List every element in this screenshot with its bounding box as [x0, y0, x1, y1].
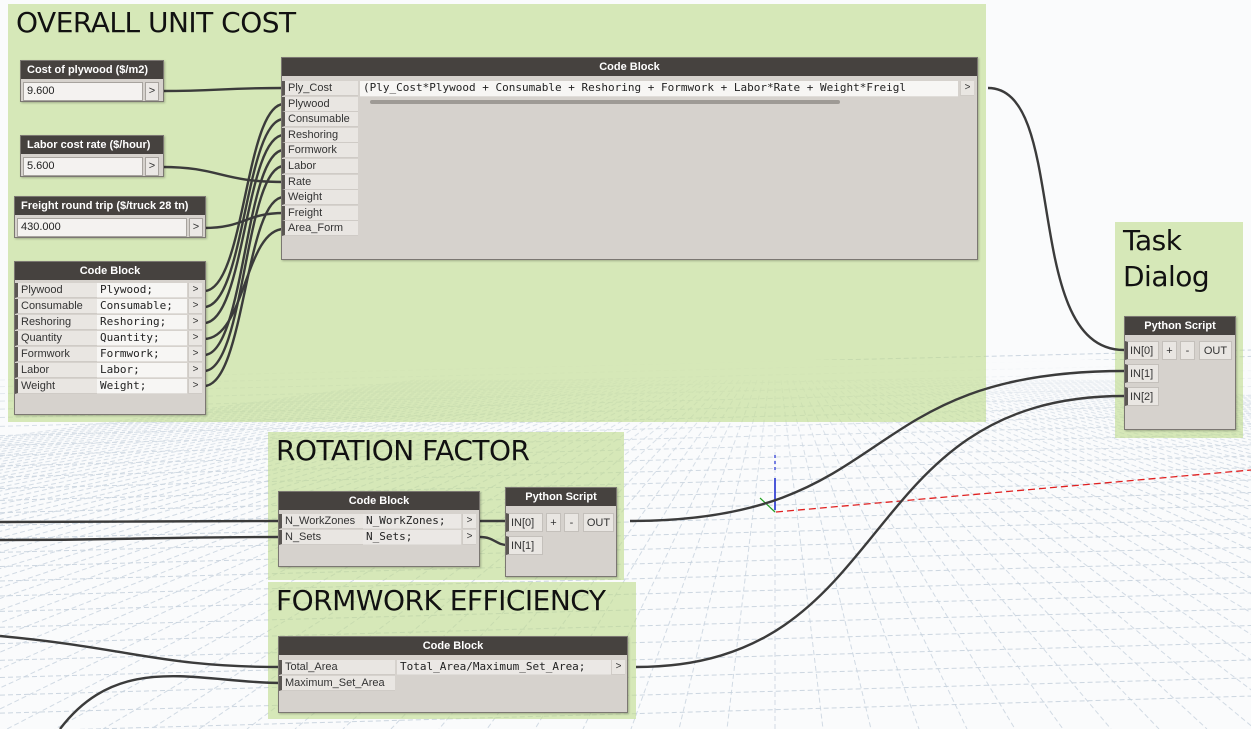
input-port[interactable]: IN[0]: [506, 513, 543, 532]
add-input-button[interactable]: +: [546, 513, 561, 532]
input-port[interactable]: Formwork: [15, 347, 97, 362]
code-line[interactable]: Quantity;: [97, 331, 187, 346]
output-port-out[interactable]: OUT: [1199, 341, 1232, 360]
code-block-node-unit-cost[interactable]: Code Block (Ply_Cost*Plywood + Consumabl…: [281, 57, 978, 260]
code-block-node-rotation[interactable]: Code Block N_WorkZones N_WorkZones; > N_Set…: [278, 491, 480, 567]
output-port[interactable]: >: [145, 157, 159, 176]
input-port[interactable]: Freight: [282, 205, 358, 221]
node-title: Code Block: [279, 492, 479, 510]
node-title: Python Script: [1125, 317, 1235, 335]
wire: [0, 634, 282, 669]
input-port[interactable]: Reshoring: [282, 127, 358, 143]
wire: [479, 535, 509, 547]
wire: [0, 535, 282, 542]
input-port[interactable]: Maximum_Set_Area: [279, 676, 395, 691]
code-line[interactable]: Reshoring;: [97, 315, 187, 330]
code-editor[interactable]: Total_Area/Maximum_Set_Area;: [397, 660, 611, 675]
input-port[interactable]: Plywood: [15, 283, 97, 298]
output-port[interactable]: >: [188, 315, 202, 330]
code-line[interactable]: Consumable;: [97, 299, 187, 314]
add-input-button[interactable]: +: [1162, 341, 1177, 360]
input-port[interactable]: Labor: [15, 363, 97, 378]
node-title: Labor cost rate ($/hour): [21, 136, 163, 154]
input-port[interactable]: Labor: [282, 159, 358, 174]
wire: [203, 195, 285, 388]
code-line[interactable]: Plywood;: [97, 283, 187, 298]
output-port[interactable]: >: [462, 530, 476, 545]
code-line[interactable]: Weight;: [97, 379, 187, 394]
node-title: Code Block: [282, 58, 977, 76]
wire: [203, 102, 285, 293]
code-block-node-quantities[interactable]: Code Block Plywood Plywood; > Consumable Con…: [14, 261, 206, 415]
remove-input-button[interactable]: -: [1180, 341, 1195, 360]
code-line[interactable]: Formwork;: [97, 347, 187, 362]
output-port[interactable]: >: [188, 347, 202, 362]
input-port[interactable]: IN[2]: [1125, 387, 1159, 406]
wire: [629, 369, 1125, 523]
input-port[interactable]: IN[1]: [1125, 364, 1159, 383]
input-port[interactable]: Rate: [282, 174, 358, 190]
wire: [635, 394, 1125, 669]
output-port[interactable]: >: [462, 514, 476, 529]
node-title: Freight round trip ($/truck 28 tn): [15, 197, 205, 215]
input-node-plywood[interactable]: Cost of plywood ($/m2) 9.600 >: [20, 60, 164, 102]
input-port[interactable]: Reshoring: [15, 315, 97, 330]
output-port[interactable]: >: [188, 331, 202, 346]
output-port[interactable]: >: [188, 283, 202, 298]
input-port[interactable]: Weight: [282, 190, 358, 206]
node-title: Code Block: [15, 262, 205, 280]
output-port-out[interactable]: OUT: [583, 513, 614, 532]
wire: [59, 674, 282, 729]
output-port[interactable]: >: [188, 299, 202, 314]
code-line[interactable]: N_WorkZones;: [363, 514, 461, 529]
input-port[interactable]: N_Sets: [279, 530, 363, 545]
input-port[interactable]: Total_Area: [279, 660, 395, 675]
node-title: Cost of plywood ($/m2): [21, 61, 163, 79]
input-port[interactable]: Consumable: [15, 299, 97, 314]
code-editor[interactable]: (Ply_Cost*Plywood + Consumable + Reshori…: [360, 81, 958, 97]
input-port[interactable]: Plywood: [282, 96, 358, 112]
input-port[interactable]: Area_Form: [282, 221, 358, 237]
output-port[interactable]: >: [188, 363, 202, 378]
input-port[interactable]: Weight: [15, 379, 97, 394]
input-node-freight[interactable]: Freight round trip ($/truck 28 tn) 430.0…: [14, 196, 206, 238]
input-port[interactable]: Ply_Cost: [282, 81, 358, 96]
horizontal-scrollbar[interactable]: [370, 100, 840, 104]
wire: [161, 86, 285, 93]
input-node-labor-rate[interactable]: Labor cost rate ($/hour) 5.600 >: [20, 135, 164, 177]
wire: [987, 86, 1125, 352]
node-title: Python Script: [506, 488, 616, 506]
output-port[interactable]: >: [189, 218, 203, 237]
remove-input-button[interactable]: -: [564, 513, 579, 532]
input-port[interactable]: Consumable: [282, 112, 358, 128]
node-title: Code Block: [279, 637, 627, 655]
output-port[interactable]: >: [145, 82, 159, 101]
code-block-node-formwork[interactable]: Code Block Total_Area/Maximum_Set_Area; …: [278, 636, 628, 713]
input-port[interactable]: N_WorkZones: [279, 514, 363, 529]
output-port[interactable]: >: [960, 81, 974, 96]
labor-rate-field[interactable]: 5.600: [23, 157, 143, 176]
python-script-node-task[interactable]: Python Script + - OUT IN[0] IN[1] IN[2]: [1124, 316, 1236, 430]
code-line[interactable]: N_Sets;: [363, 530, 461, 545]
input-port[interactable]: Formwork: [282, 143, 358, 159]
plywood-cost-field[interactable]: 9.600: [23, 82, 143, 101]
code-line[interactable]: Labor;: [97, 363, 187, 378]
python-script-node-rotation[interactable]: Python Script + - OUT IN[0] IN[1]: [505, 487, 617, 577]
wire: [0, 519, 282, 524]
input-port[interactable]: IN[0]: [1125, 341, 1159, 360]
output-port[interactable]: >: [188, 379, 202, 394]
output-port[interactable]: >: [611, 660, 625, 675]
freight-cost-field[interactable]: 430.000: [17, 218, 187, 237]
input-port[interactable]: Quantity: [15, 331, 97, 346]
input-port[interactable]: IN[1]: [506, 536, 543, 555]
